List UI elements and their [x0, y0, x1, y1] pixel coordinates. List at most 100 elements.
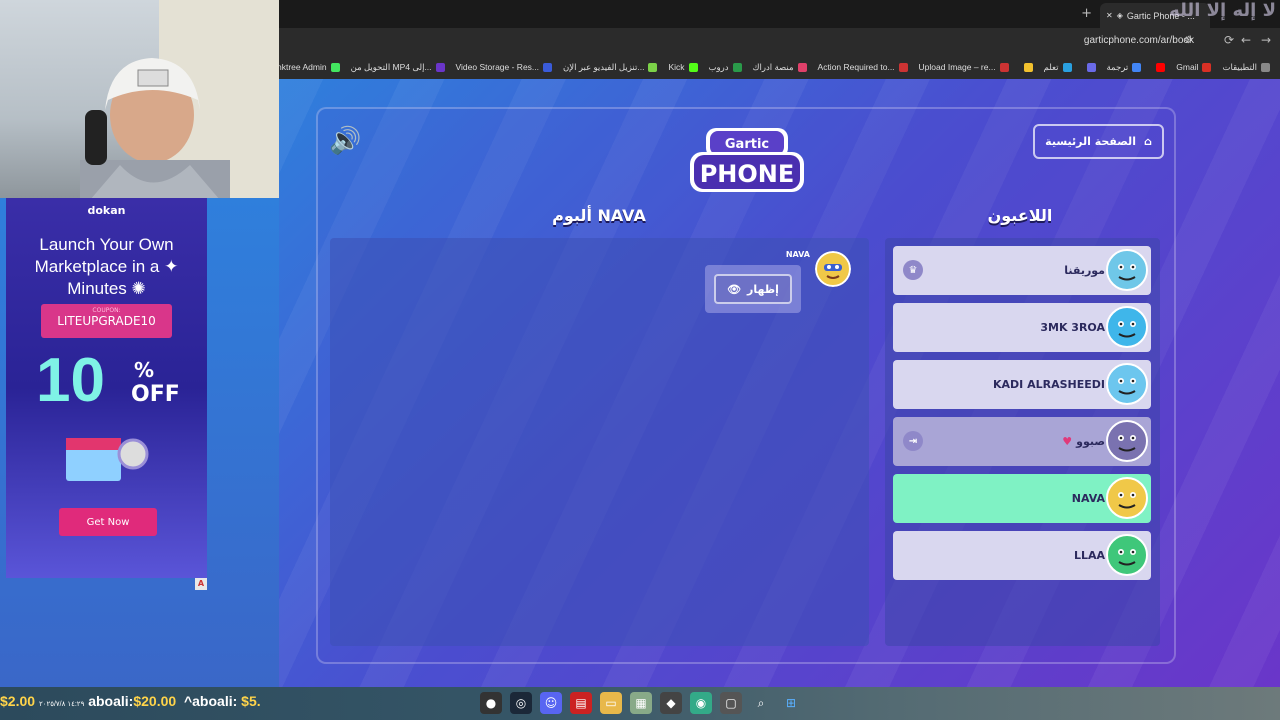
chrome-icon[interactable]: ◉ [690, 692, 712, 714]
player-name: 3MK 3ROA [1040, 321, 1105, 334]
bookmark-icon [999, 62, 1009, 72]
close-tab-icon[interactable]: ✕ [1106, 11, 1113, 20]
bookmark-item[interactable]: Linktree Admin [279, 62, 340, 72]
player-name: LLAA [1073, 549, 1105, 562]
players-title: اللاعبون [987, 206, 1053, 225]
bookmark-item[interactable]: منصة ادراك [753, 62, 807, 73]
player-name: موريقنا [1064, 264, 1105, 277]
bookmark-icon [330, 62, 340, 72]
steam-icon[interactable]: ◎ [510, 692, 532, 714]
logo-top-text: Gartic [725, 137, 769, 152]
bookmark-label: Linktree Admin [279, 62, 327, 72]
taskbar-icons: ● ◎ ☺ ▤ ▭ ▦ ◆ ◉ ▢ ⌕ ⊞ [480, 692, 802, 714]
discord-icon[interactable]: ☺ [540, 692, 562, 714]
bookmark-item[interactable]: دروب [709, 62, 742, 73]
home-icon: ⌂ [1143, 135, 1152, 148]
bookmark-label: التطبيقات [1222, 61, 1257, 72]
folder-icon[interactable]: ▭ [600, 692, 622, 714]
bookmark-item[interactable] [1083, 62, 1096, 72]
bookmark-label: Upload Image – re... [918, 62, 996, 72]
player-avatar [1106, 477, 1148, 519]
bookmark-icon [1023, 62, 1033, 72]
ad-coupon: COUPON: LITEUPGRADE10 [41, 304, 172, 338]
home-button[interactable]: الصفحة الرئيسية ⌂ [1033, 124, 1164, 159]
home-label: الصفحة الرئيسية [1045, 135, 1136, 148]
advertisement[interactable]: dokan Launch Your Own Marketplace in a ✦… [6, 198, 207, 578]
new-tab-icon[interactable]: + [1081, 6, 1092, 21]
bookmark-item[interactable]: التطبيقات [1222, 62, 1270, 73]
bookmark-label: Video Storage - Res... [455, 62, 540, 72]
coupon-code: LITEUPGRADE10 [57, 314, 156, 328]
speaker-icon[interactable]: 🔊 [329, 126, 361, 156]
bookmark-icon [1202, 62, 1212, 72]
bookmark-item[interactable]: Upload Image – re... [919, 62, 1009, 72]
bookmark-icon [1261, 62, 1270, 72]
player-row[interactable]: ♛ موريقنا [893, 246, 1151, 295]
message-author: NAVA [785, 250, 810, 259]
ticker-date: ١٤:٢٩ ٢٠٢٥/٧/٨ [38, 701, 85, 708]
eye-icon: 👁 [727, 282, 742, 296]
player-row[interactable]: NAVA [893, 474, 1151, 523]
gartic-phone-logo: Gartic PHONE [690, 128, 804, 192]
app-icon[interactable]: ◆ [660, 692, 682, 714]
kick-icon[interactable]: ⇥ [903, 431, 923, 451]
url-field[interactable]: garticphone.com/ar/book [1084, 35, 1194, 46]
ad-cta-button[interactable]: Get Now [59, 508, 157, 536]
bookmark-item[interactable]: تعلم [1044, 62, 1072, 73]
bookmark-item[interactable] [1152, 62, 1166, 72]
browser-tab-strip: + ✕ ◈ Gartic Phone - ... لا إله إلا الله [279, 0, 1280, 28]
webcam-feed [0, 0, 279, 198]
player-avatar [1106, 420, 1148, 462]
bookmark-icon [1062, 62, 1072, 72]
ad-discount-suffix: OFF [131, 382, 180, 407]
show-label: إظهار [747, 282, 779, 296]
player-row[interactable]: ⇥ ♥ صبوو [893, 417, 1151, 466]
player-avatar [1106, 363, 1148, 405]
site-favicon-icon: ◈ [1116, 11, 1123, 20]
task-view-icon[interactable]: ▢ [720, 692, 742, 714]
bookmark-item[interactable] [1020, 62, 1033, 72]
voicemeeter-icon[interactable]: ▤ [570, 692, 592, 714]
bookmark-icon [1132, 62, 1142, 72]
bookmark-label: منصة ادراك [752, 61, 794, 72]
back-icon[interactable]: ← [1241, 33, 1251, 47]
player-row[interactable]: KADI ALRASHEEDI [893, 360, 1151, 409]
player-row[interactable]: 3MK 3ROA [893, 303, 1151, 352]
refresh-icon[interactable]: ⟳ [1224, 33, 1234, 47]
percent-icon: % [134, 358, 155, 382]
bookmark-label: التحويل من MP4 إلى... [350, 61, 432, 72]
bookmark-item[interactable]: Kick [668, 62, 698, 72]
bookmark-item[interactable]: تنزيل الفيديو عبر الإن... [563, 62, 658, 73]
bookmark-item[interactable]: Video Storage - Res... [455, 62, 553, 72]
player-avatar [1106, 306, 1148, 348]
forward-icon[interactable]: → [1261, 33, 1271, 47]
ad-choices-icon[interactable]: A [195, 578, 207, 590]
bookmark-icon [732, 62, 742, 72]
player-name: KADI ALRASHEEDI [993, 378, 1105, 391]
obs-icon[interactable]: ● [480, 692, 502, 714]
crown-icon[interactable]: ♛ [903, 260, 923, 280]
album-title: ألبوم NAVA [552, 206, 646, 225]
bookmark-item[interactable]: Gmail [1176, 62, 1212, 72]
bookmark-label: Action Required to... [817, 62, 895, 72]
player-name: NAVA [1071, 492, 1105, 505]
store-icon[interactable]: ▦ [630, 692, 652, 714]
bookmark-item[interactable]: Action Required to... [818, 62, 908, 72]
bookmark-item[interactable]: التحويل من MP4 إلى... [351, 62, 445, 73]
bookmark-icon [1156, 62, 1166, 72]
heart-icon: ♥ [1062, 435, 1073, 448]
donor-1: aboali: [88, 693, 134, 709]
watermark: لا إله إلا الله [1169, 0, 1276, 21]
bookmark-item[interactable]: ترجمة [1107, 62, 1142, 73]
bookmark-icon [1086, 62, 1096, 72]
show-button[interactable]: 👁 إظهار [714, 274, 792, 304]
streamer-image [80, 58, 230, 198]
player-name: صبوو [1076, 435, 1105, 448]
ad-headline: Launch Your Own Marketplace in a ✦ Minut… [34, 235, 179, 298]
bookmark-icon [543, 62, 553, 72]
bookmark-label: Gmail [1176, 62, 1199, 72]
player-row[interactable]: LLAA [893, 531, 1151, 580]
search-icon[interactable]: ⌕ [750, 692, 772, 714]
amount-1: $20.00 [133, 693, 177, 709]
windows-start-icon[interactable]: ⊞ [780, 692, 802, 714]
